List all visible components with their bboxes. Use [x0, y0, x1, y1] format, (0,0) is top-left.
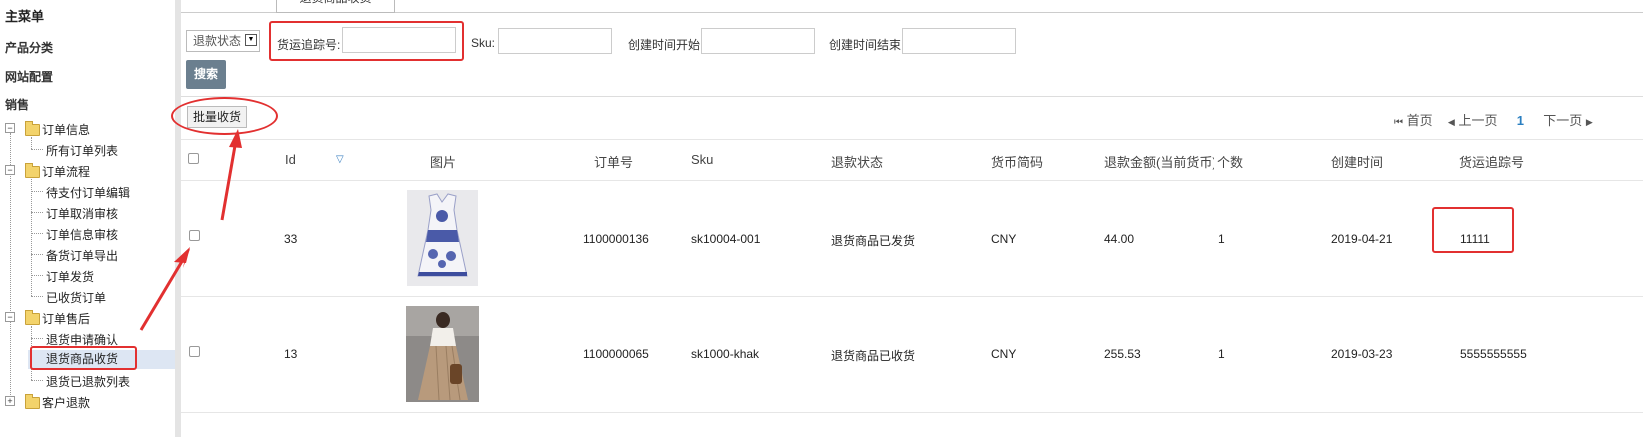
annotation-arrows — [139, 129, 242, 331]
